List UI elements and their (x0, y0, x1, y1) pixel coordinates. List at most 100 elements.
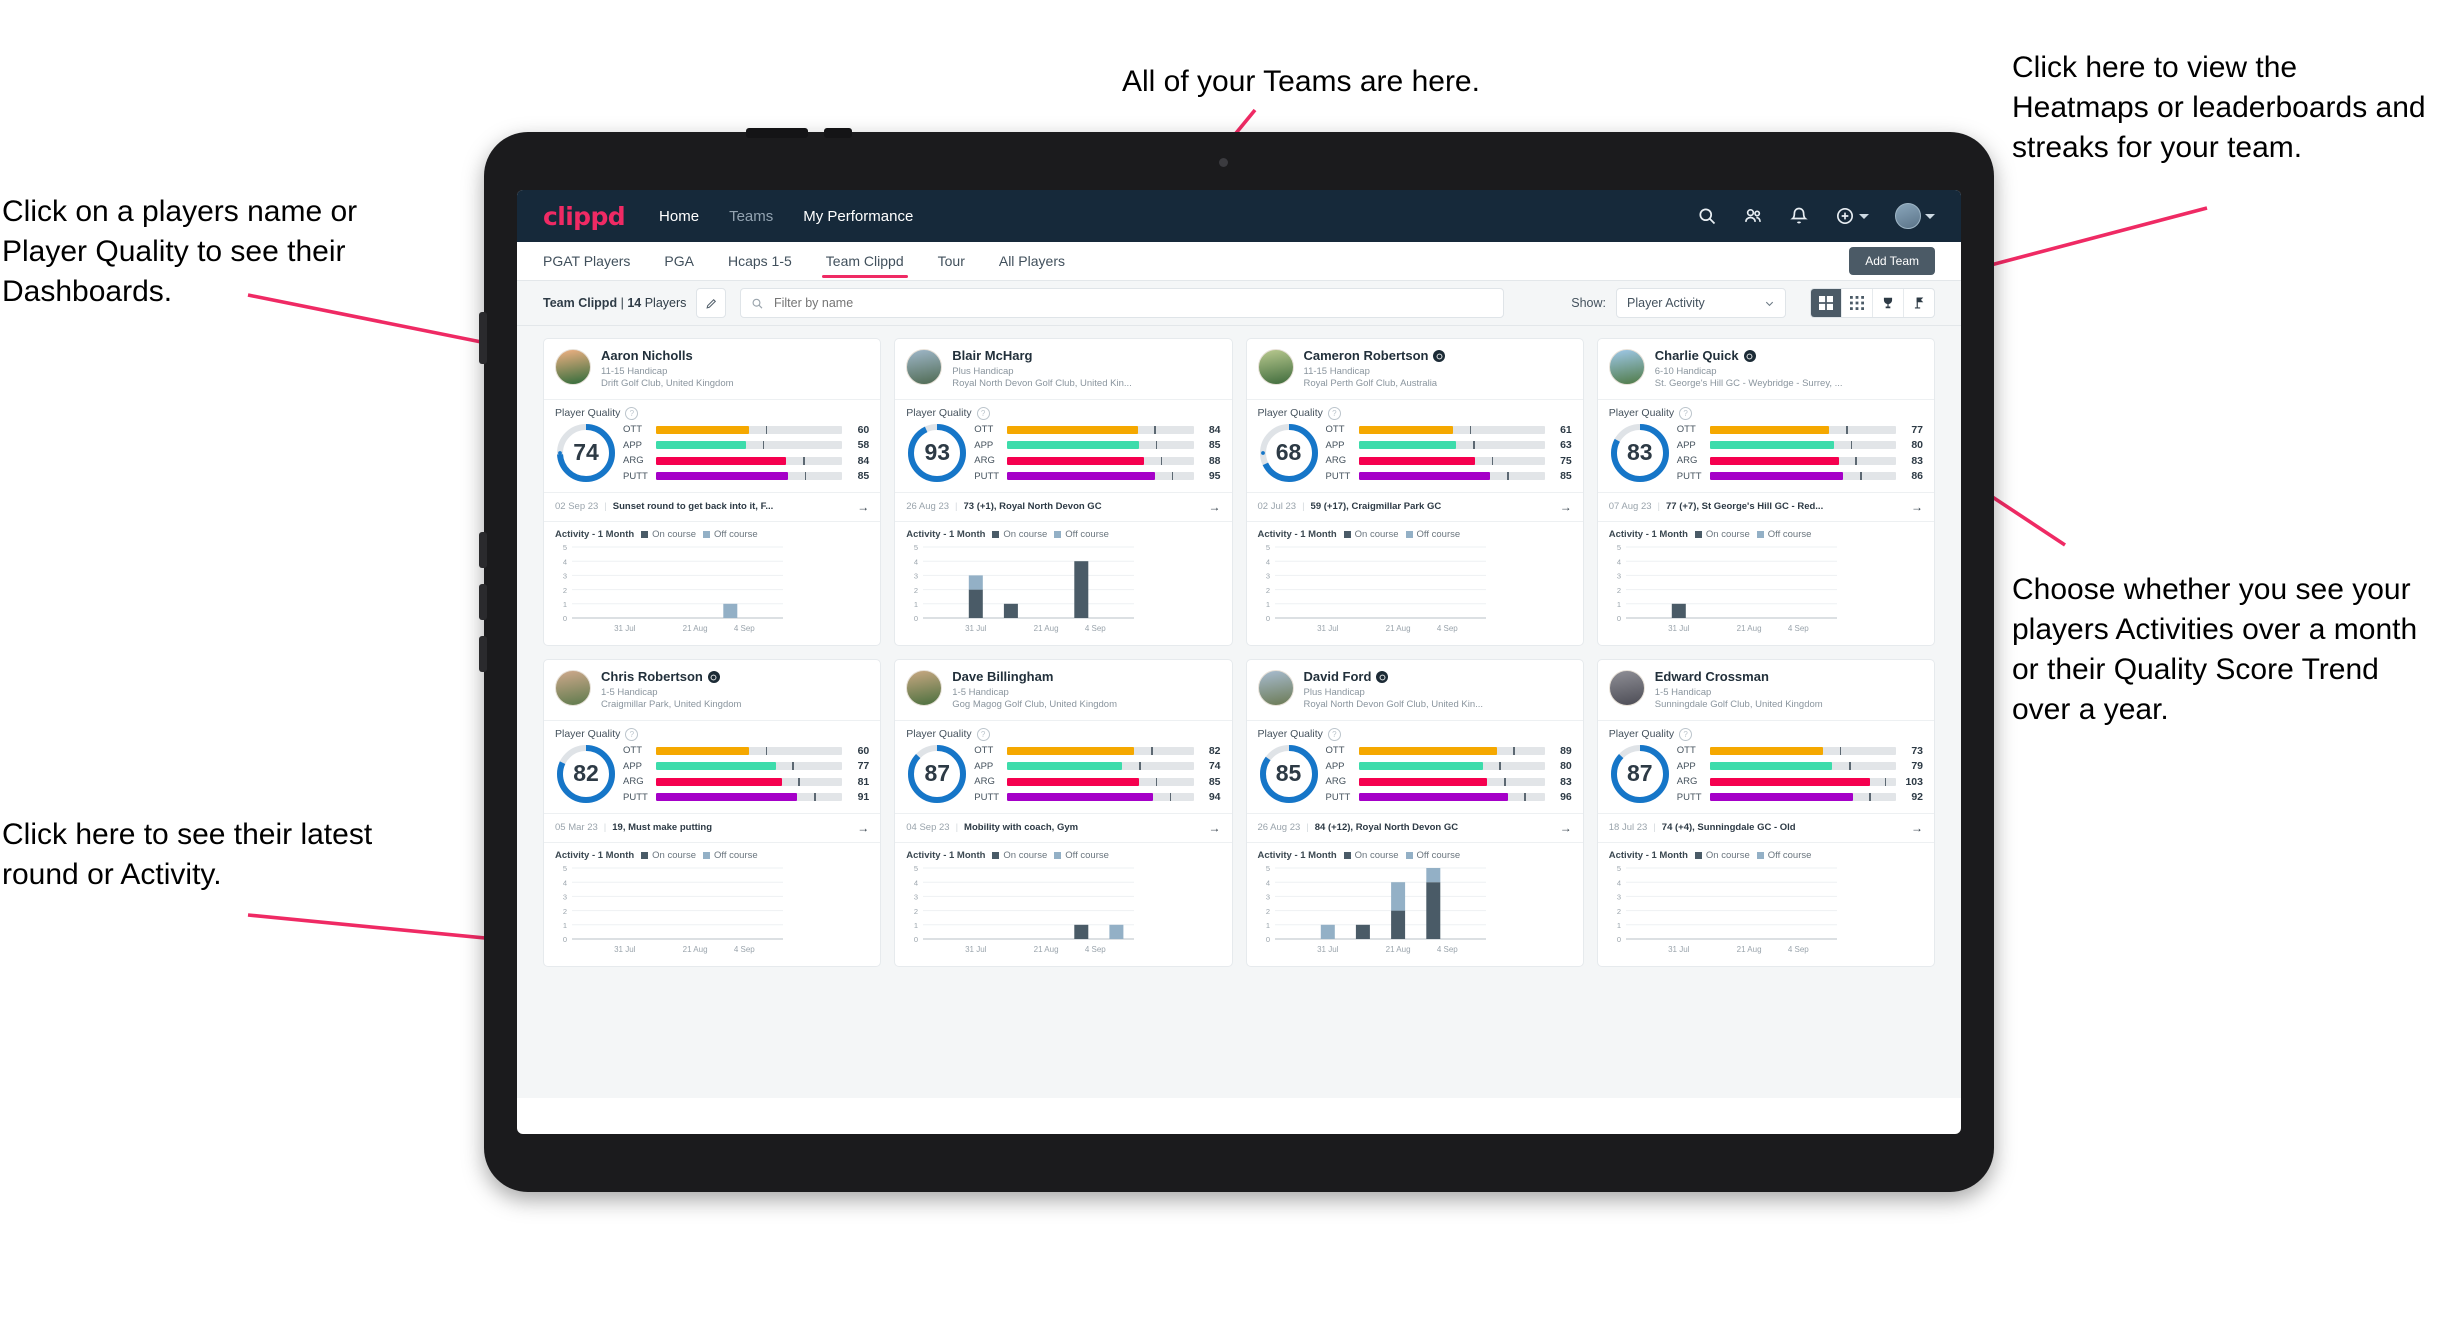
quality-ring-wrap[interactable]: 87 (1609, 743, 1671, 805)
latest-round-row[interactable]: 02 Sep 23 | Sunset round to get back int… (544, 491, 881, 522)
player-card[interactable]: Edward Crossman 1-5 Handicap Sunningdale… (1596, 658, 1935, 967)
player-quality-body[interactable]: 85 OTT 89 APP 80 ARG 83 PUTT 96 (1247, 743, 1583, 813)
player-name[interactable]: Blair McHarg (952, 348, 1132, 364)
player-header[interactable]: Cameron Robertson 11-15 Handicap Royal P… (1247, 339, 1583, 399)
svg-text:4: 4 (1265, 557, 1269, 566)
player-card[interactable]: David Ford Plus Handicap Royal North Dev… (1245, 658, 1584, 967)
player-avatar[interactable] (1257, 669, 1294, 706)
arrow-right-icon[interactable]: → (857, 500, 869, 514)
profile-menu[interactable] (1895, 203, 1935, 229)
quality-ring-wrap[interactable]: 93 (906, 422, 968, 484)
help-icon[interactable]: ? (976, 727, 990, 741)
player-avatar[interactable] (906, 669, 943, 706)
latest-round-row[interactable]: 26 Aug 23 | 84 (+12), Royal North Devon … (1246, 812, 1583, 843)
player-avatar[interactable] (555, 669, 591, 706)
player-name[interactable]: Charlie Quick (1655, 348, 1843, 364)
grid-large-icon[interactable] (1811, 289, 1842, 317)
latest-round-row[interactable]: 04 Sep 23 | Mobility with coach, Gym → (895, 812, 1232, 843)
player-card[interactable]: Aaron Nicholls 11-15 Handicap Drift Golf… (543, 338, 882, 646)
help-icon[interactable]: ? (1679, 727, 1693, 741)
player-card[interactable]: Chris Robertson 1-5 Handicap Craigmillar… (543, 658, 882, 967)
search-input[interactable] (771, 295, 1494, 311)
arrow-right-icon[interactable]: → (1209, 821, 1221, 835)
quality-ring-wrap[interactable]: 68 (1258, 422, 1320, 484)
latest-round-row[interactable]: 07 Aug 23 | 77 (+7), St George's Hill GC… (1597, 491, 1934, 522)
latest-round-row[interactable]: 02 Jul 23 | 59 (+17), Craigmillar Park G… (1246, 491, 1583, 522)
player-avatar[interactable] (1608, 349, 1645, 385)
player-quality-body[interactable]: 87 OTT 73 APP 79 ARG 103 PUTT 92 (1598, 743, 1934, 813)
search-box[interactable] (740, 288, 1505, 318)
tab-tour[interactable]: Tour (938, 244, 965, 278)
player-avatar[interactable] (1257, 349, 1294, 385)
tab-hcaps-1-5[interactable]: Hcaps 1-5 (728, 244, 792, 278)
player-name[interactable]: Edward Crossman (1655, 669, 1823, 685)
arrow-right-icon[interactable]: → (1560, 821, 1572, 835)
player-quality-body[interactable]: 82 OTT 60 APP 77 ARG 81 PUTT 91 (544, 743, 880, 813)
player-avatar[interactable] (555, 349, 591, 385)
tab-all-players[interactable]: All Players (999, 244, 1065, 278)
clippd-logo[interactable]: clippd (543, 202, 626, 231)
player-card[interactable]: Blair McHarg Plus Handicap Royal North D… (894, 338, 1233, 646)
player-quality-body[interactable]: 74 OTT 60 APP 58 ARG 84 PUTT 85 (544, 422, 880, 492)
grid-small-icon[interactable] (1842, 289, 1873, 317)
player-card[interactable]: Cameron Robertson 11-15 Handicap Royal P… (1245, 338, 1584, 646)
show-select[interactable]: Player Activity (1616, 288, 1786, 318)
arrow-right-icon[interactable]: → (1560, 500, 1572, 514)
arrow-right-icon[interactable]: → (1911, 821, 1923, 835)
help-icon[interactable]: ? (625, 727, 639, 741)
help-icon[interactable]: ? (976, 406, 990, 420)
latest-round-row[interactable]: 26 Aug 23 | 73 (+1), Royal North Devon G… (895, 491, 1232, 522)
quality-ring-wrap[interactable]: 87 (906, 743, 968, 805)
player-quality-body[interactable]: 87 OTT 82 APP 74 ARG 85 PUTT 94 (895, 743, 1231, 813)
bell-icon[interactable] (1789, 206, 1809, 226)
player-header[interactable]: Dave Billingham 1-5 Handicap Gog Magog G… (895, 660, 1231, 720)
edit-team-button[interactable] (696, 288, 727, 318)
arrow-right-icon[interactable]: → (857, 821, 869, 835)
player-header[interactable]: Aaron Nicholls 11-15 Handicap Drift Golf… (544, 339, 880, 399)
player-quality-body[interactable]: 68 OTT 61 APP 63 ARG 75 PUTT 85 (1247, 422, 1583, 492)
arrow-right-icon[interactable]: → (1209, 500, 1221, 514)
player-name[interactable]: Cameron Robertson (1304, 348, 1446, 364)
people-icon[interactable] (1743, 206, 1763, 226)
metric-row: ARG 83 (1326, 776, 1572, 788)
latest-round-row[interactable]: 05 Mar 23 | 19, Must make putting → (544, 812, 881, 843)
player-header[interactable]: David Ford Plus Handicap Royal North Dev… (1247, 660, 1583, 720)
player-quality-body[interactable]: 83 OTT 77 APP 80 ARG 83 PUTT 86 (1598, 422, 1934, 492)
quality-ring-wrap[interactable]: 85 (1258, 743, 1320, 805)
plus-circle-icon[interactable] (1835, 206, 1855, 226)
help-icon[interactable]: ? (1327, 727, 1341, 741)
arrow-right-icon[interactable]: → (1911, 500, 1923, 514)
quality-ring-wrap[interactable]: 83 (1609, 422, 1671, 484)
trophy-icon[interactable] (1873, 289, 1904, 317)
player-card[interactable]: Charlie Quick 6-10 Handicap St. George's… (1596, 338, 1935, 646)
player-name[interactable]: Dave Billingham (952, 669, 1117, 685)
tab-pgat-players[interactable]: PGAT Players (543, 244, 630, 278)
latest-round-row[interactable]: 18 Jul 23 | 74 (+4), Sunningdale GC - Ol… (1597, 812, 1934, 843)
tab-pga[interactable]: PGA (664, 244, 694, 278)
help-icon[interactable]: ? (1679, 406, 1693, 420)
quality-ring-wrap[interactable]: 74 (555, 422, 617, 484)
search-icon[interactable] (1697, 206, 1717, 226)
player-header[interactable]: Charlie Quick 6-10 Handicap St. George's… (1598, 339, 1934, 399)
add-menu[interactable] (1835, 206, 1869, 226)
quality-ring-wrap[interactable]: 82 (555, 743, 617, 805)
help-icon[interactable]: ? (1327, 406, 1341, 420)
player-avatar[interactable] (1608, 669, 1645, 706)
nav-item-my-performance[interactable]: My Performance (803, 208, 913, 225)
help-icon[interactable]: ? (625, 406, 639, 420)
player-name[interactable]: Chris Robertson (601, 669, 741, 685)
nav-item-teams[interactable]: Teams (729, 208, 773, 225)
flag-icon[interactable] (1904, 289, 1934, 317)
player-name[interactable]: David Ford (1304, 669, 1484, 685)
player-quality-body[interactable]: 93 OTT 84 APP 85 ARG 88 PUTT 95 (895, 422, 1231, 492)
player-header[interactable]: Edward Crossman 1-5 Handicap Sunningdale… (1598, 660, 1934, 720)
tab-team-clippd[interactable]: Team Clippd (821, 244, 908, 278)
player-header[interactable]: Blair McHarg Plus Handicap Royal North D… (895, 339, 1231, 399)
player-name[interactable]: Aaron Nicholls (601, 348, 734, 364)
nav-item-home[interactable]: Home (659, 208, 699, 225)
avatar[interactable] (1895, 203, 1921, 229)
player-header[interactable]: Chris Robertson 1-5 Handicap Craigmillar… (544, 660, 880, 720)
add-team-button[interactable]: Add Team (1849, 247, 1935, 275)
player-card[interactable]: Dave Billingham 1-5 Handicap Gog Magog G… (894, 658, 1233, 967)
player-avatar[interactable] (906, 349, 943, 385)
